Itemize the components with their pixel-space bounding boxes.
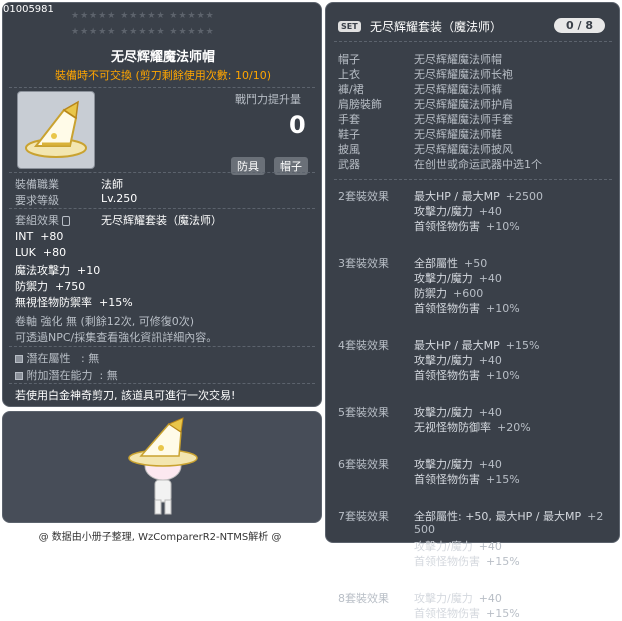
combat-power-value: 0 xyxy=(289,111,306,139)
set-part-name: 在创世或命运武器中选1个 xyxy=(414,158,542,171)
star-force-row-1: ★★★★★ ★★★★★ ★★★★★ xyxy=(71,11,215,21)
item-name: 无尽辉耀魔法师帽 xyxy=(110,50,215,65)
stat-row: INT +80 xyxy=(15,230,64,243)
set-part-name: 无尽辉耀魔法师裤 xyxy=(414,83,502,96)
set-part-name: 无尽辉耀魔法师长袍 xyxy=(414,68,513,81)
potential-icon xyxy=(15,355,23,363)
additional-potential-icon xyxy=(15,372,23,380)
item-id: 01005981 xyxy=(3,4,54,15)
set-effect-line: 500 xyxy=(414,523,435,536)
set-effect-line: 攻擊力/魔力 +40 xyxy=(414,205,502,218)
lock-icon xyxy=(62,216,70,226)
set-effect-tier-label: 5套裝效果 xyxy=(338,406,389,419)
set-effect-line: 攻擊力/魔力 +40 xyxy=(414,272,502,285)
set-part-slot: 鞋子 xyxy=(338,128,360,141)
set-count: 0 / 8 xyxy=(554,18,605,33)
set-effect-line: 攻擊力/魔力 +40 xyxy=(414,458,502,471)
level-value: Lv.250 xyxy=(101,192,138,205)
set-effect-line: 攻擊力/魔力 +40 xyxy=(414,592,502,605)
set-part-slot: 帽子 xyxy=(338,53,360,66)
additional-potential-row: 附加潛在能力 : 無 xyxy=(15,367,118,383)
set-effect-tier-label: 3套裝效果 xyxy=(338,257,389,270)
set-effect-name: 无尽辉耀套装（魔法师） xyxy=(101,214,222,227)
set-part-slot: 武器 xyxy=(338,158,360,171)
set-part-slot: 手套 xyxy=(338,113,360,126)
avatar-preview-panel xyxy=(2,411,322,523)
trade-notice: 裝備時不可交換 (剪刀剩餘使用次數: 10/10) xyxy=(55,69,271,82)
set-effect-line: 首领怪物伤害 +15% xyxy=(414,607,520,620)
item-tooltip-panel: 01005981 ★★★★★ ★★★★★ ★★★★★ ★★★★★ ★★★★★ ★… xyxy=(2,2,322,407)
job-value: 法師 xyxy=(101,178,123,191)
set-effect-line: 全部屬性 +50 xyxy=(414,257,488,270)
set-effect-line: 攻擊力/魔力 +40 xyxy=(414,354,502,367)
scissor-notice: 若使用白金神奇剪刀, 該道具可進行一次交易! xyxy=(15,389,236,402)
job-label: 裝備職業 xyxy=(15,178,59,191)
set-effect-tier-label: 2套裝效果 xyxy=(338,190,389,203)
set-part-slot: 肩膀裝飾 xyxy=(338,98,382,111)
set-effect-line: 首领怪物伤害 +15% xyxy=(414,555,520,568)
set-effect-tier-label: 4套裝效果 xyxy=(338,339,389,352)
stat-row: 防禦力 +750 xyxy=(15,280,86,293)
level-label: 要求等級 xyxy=(15,194,59,207)
set-effect-line: 首领怪物伤害 +10% xyxy=(414,369,520,382)
set-part-slot: 披風 xyxy=(338,143,360,156)
stat-row: 無視怪物防禦率 +15% xyxy=(15,296,133,309)
set-effect-line: 全部屬性: +50, 最大HP / 最大MP +2 xyxy=(414,510,604,523)
set-effect-label: 套組效果 xyxy=(15,212,70,228)
set-effects-panel: SET 无尽辉耀套装（魔法师） 0 / 8 帽子 无尽辉耀魔法师帽 上衣 无尽辉耀魔法… xyxy=(325,2,620,620)
item-icon xyxy=(17,91,95,169)
set-part-name: 无尽辉耀魔法师披风 xyxy=(414,143,513,156)
set-badge: SET xyxy=(338,19,361,32)
npc-info: 可透過NPC/採集查看強化資訊詳細內容。 xyxy=(15,331,218,344)
set-part-name: 无尽辉耀魔法师手套 xyxy=(414,113,513,126)
set-effect-line: 防禦力 +600 xyxy=(414,287,484,300)
footer-credit: @ 数据由小册子整理, WzComparerR2-NTMS解析 @ xyxy=(38,532,282,543)
combat-power-label: 戰鬥力提升量 xyxy=(235,93,301,106)
set-part-name: 无尽辉耀魔法师护肩 xyxy=(414,98,513,111)
set-part-slot: 褲/裙 xyxy=(338,83,364,96)
stat-row: LUK +80 xyxy=(15,246,67,259)
set-effect-line: 最大HP / 最大MP +2500 xyxy=(414,190,543,203)
set-effect-line: 首领怪物伤害 +10% xyxy=(414,220,520,233)
set-effect-line: 最大HP / 最大MP +15% xyxy=(414,339,540,352)
set-effect-line: 无视怪物防御率 +20% xyxy=(414,421,531,434)
set-effect-line: 攻擊力/魔力 +40 xyxy=(414,540,502,553)
set-part-name: 无尽辉耀魔法师帽 xyxy=(414,53,502,66)
set-effect-line: 首领怪物伤害 +15% xyxy=(414,473,520,486)
set-part-name: 无尽辉耀魔法师鞋 xyxy=(414,128,502,141)
stat-row: 魔法攻擊力 +10 xyxy=(15,264,101,277)
set-effect-tier-label: 8套裝效果 xyxy=(338,592,389,605)
set-effect-tier-label: 6套裝效果 xyxy=(338,458,389,471)
set-effect-line: 攻擊力/魔力 +40 xyxy=(414,406,502,419)
set-effect-line: 首领怪物伤害 +10% xyxy=(414,302,520,315)
potential-row: 潛在屬性 : 無 xyxy=(15,350,99,366)
set-effect-tier-label: 7套裝效果 xyxy=(338,510,389,523)
character-preview-image xyxy=(128,417,198,515)
scroll-info: 卷軸 強化 無 (剩餘12次, 可修復0次) xyxy=(15,315,195,328)
wizard-hat-icon xyxy=(25,100,87,158)
set-title: 无尽辉耀套装（魔法师） xyxy=(370,20,503,34)
star-force-row-2: ★★★★★ ★★★★★ ★★★★★ xyxy=(71,27,215,37)
set-part-slot: 上衣 xyxy=(338,68,360,81)
